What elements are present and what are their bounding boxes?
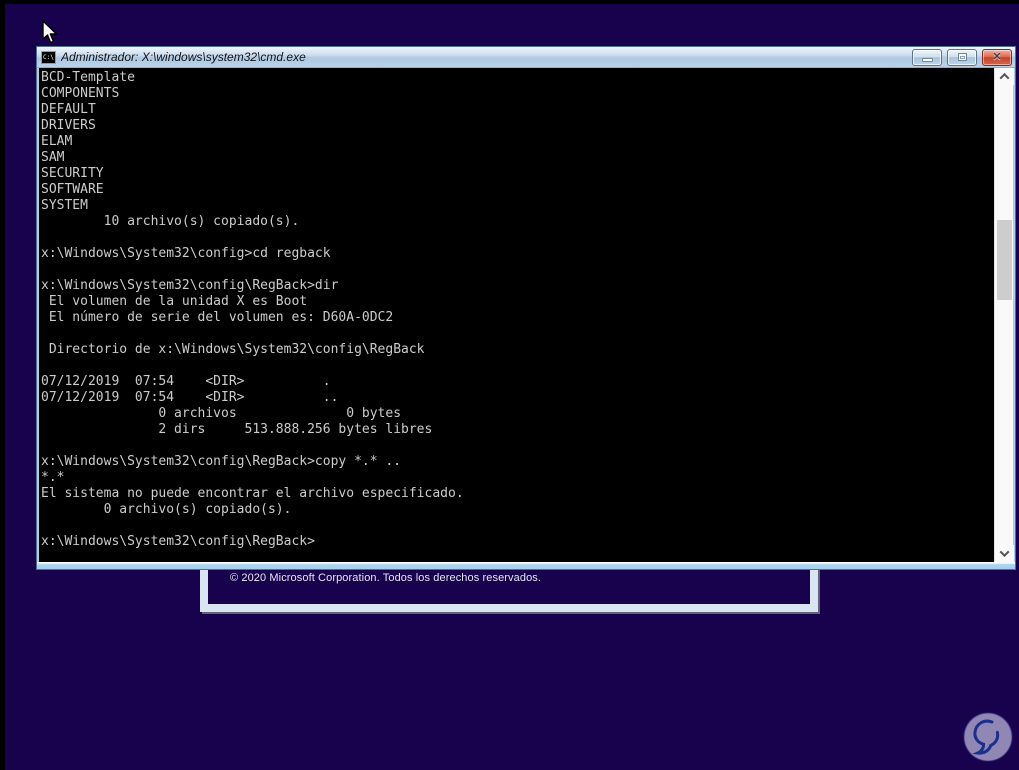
chevron-down-icon [999,547,1010,558]
window-title: Administrador: X:\windows\system32\cmd.e… [61,50,306,64]
copyright-text: © 2020 Microsoft Corporation. Todos los … [230,572,542,584]
cmd-icon: C:\ [41,50,56,64]
screen-edge-left [0,0,5,770]
maximize-button[interactable] [947,48,977,66]
titlebar[interactable]: C:\ Administrador: X:\windows\system32\c… [37,47,1015,68]
chevron-up-icon [999,72,1010,83]
minimize-button[interactable] [912,48,942,66]
scroll-thumb[interactable] [997,220,1012,300]
close-button[interactable]: ✕ [982,48,1012,66]
scroll-down-button[interactable] [995,545,1014,562]
scroll-up-button[interactable] [995,68,1014,85]
screen-edge-top [0,0,1019,4]
console-output[interactable]: BCD-Template COMPONENTS DEFAULT DRIVERS … [39,68,994,562]
maximize-icon [957,53,967,61]
window-bottom-frame [37,562,1015,569]
watermark-logo [962,711,1014,768]
mouse-cursor-icon [42,20,60,51]
window-controls: ✕ [912,48,1012,66]
scrollbar[interactable] [994,68,1014,562]
close-icon: ✕ [992,50,1002,63]
cmd-window: C:\ Administrador: X:\windows\system32\c… [36,46,1016,570]
window-body: BCD-Template COMPONENTS DEFAULT DRIVERS … [37,68,1015,562]
minimize-icon [921,57,933,62]
